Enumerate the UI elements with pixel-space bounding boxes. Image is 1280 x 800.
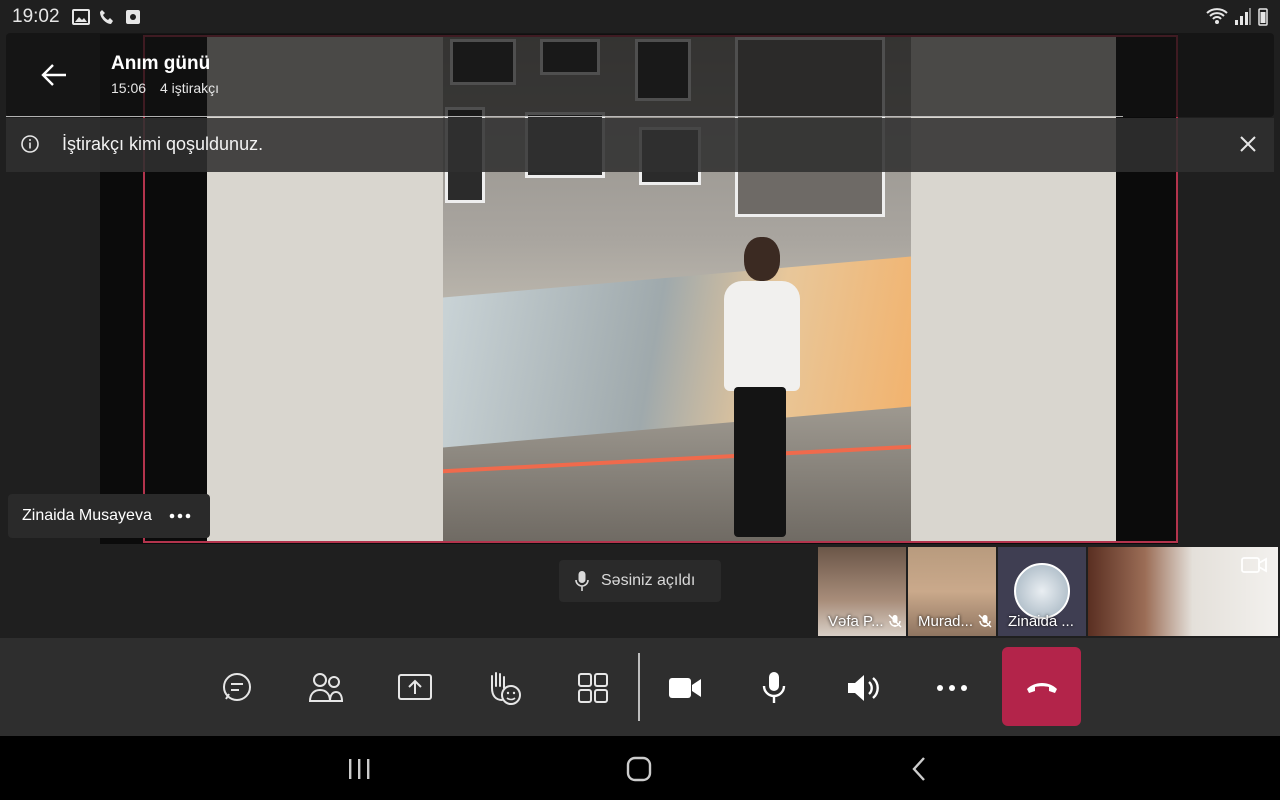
participant-thumbnail[interactable]: Vəfa P... (818, 547, 906, 636)
screenshot-icon (125, 10, 140, 24)
video-camera-icon (669, 678, 701, 698)
hang-up-button[interactable] (1002, 647, 1081, 726)
call-control-bar (0, 638, 1280, 736)
meeting-header: Anım günü 15:06 4 iştirakçı (6, 33, 1274, 117)
speaker-icon (848, 675, 879, 701)
camera-button[interactable] (665, 668, 705, 708)
participant-name: Murad... (918, 613, 974, 630)
raise-hand-icon (491, 672, 521, 705)
microphone-icon (575, 571, 589, 591)
back-button[interactable] (34, 57, 74, 93)
participants-button[interactable] (306, 668, 346, 708)
hang-up-icon (1026, 682, 1057, 693)
mic-off-icon (978, 614, 992, 628)
toast-text: Səsiniz açıldı (601, 572, 696, 589)
share-icon (398, 674, 432, 700)
chevron-left-icon (912, 757, 925, 781)
system-nav-bar (0, 736, 1280, 800)
video-presenter (710, 237, 810, 541)
participant-thumbnail[interactable]: Zinaida ... (998, 547, 1086, 636)
more-options-icon[interactable] (168, 504, 192, 528)
phone-icon (99, 10, 113, 24)
speaker-button[interactable] (843, 668, 883, 708)
recent-apps-icon (349, 759, 370, 779)
microphone-button[interactable] (754, 668, 794, 708)
unmuted-toast: Səsiniz açıldı (559, 560, 721, 602)
status-bar: 19:02 (0, 0, 1280, 34)
participant-thumbnails: Vəfa P... Murad... Zinaida ... (818, 547, 1278, 636)
more-actions-button[interactable] (932, 668, 972, 708)
view-layout-button[interactable] (573, 668, 613, 708)
raise-hand-button[interactable] (484, 668, 524, 708)
mic-off-icon (888, 614, 902, 628)
arrow-left-icon (41, 64, 66, 86)
participant-count: 4 iştirakçı (159, 80, 220, 96)
chat-icon (223, 673, 251, 701)
header-divider (6, 116, 1123, 117)
spotlight-name-tag: Zinaida Musayeva (8, 494, 210, 538)
participant-name: Zinaida ... (1008, 613, 1074, 630)
meeting-title: Anım günü (111, 53, 211, 74)
chat-button[interactable] (217, 668, 257, 708)
share-screen-button[interactable] (395, 668, 435, 708)
recent-apps-button[interactable] (344, 754, 374, 784)
people-icon (308, 673, 344, 702)
signal-icon (1235, 8, 1251, 25)
status-time: 19:02 (12, 6, 60, 27)
back-nav-button[interactable] (904, 754, 934, 784)
meeting-subtitle: 15:06 4 iştirakçı (111, 80, 229, 96)
controls-divider (638, 653, 640, 721)
wifi-icon (1206, 8, 1228, 24)
participant-thumbnail[interactable]: Murad... (908, 547, 996, 636)
notification-text: İştirakçı kimi qoşuldunuz. (62, 134, 264, 154)
gallery-icon (71, 9, 90, 25)
microphone-icon (762, 672, 786, 703)
close-icon[interactable] (1236, 132, 1260, 156)
notification-banner: İştirakçı kimi qoşuldunuz. (6, 118, 1274, 172)
self-video-preview[interactable] (1088, 547, 1278, 636)
info-icon (21, 135, 39, 153)
grid-icon (578, 673, 608, 703)
meeting-duration: 15:06 (111, 80, 147, 96)
more-icon (937, 685, 967, 691)
battery-icon (1258, 8, 1268, 26)
switch-camera-icon[interactable] (1240, 553, 1268, 577)
home-icon (626, 756, 652, 782)
avatar (1014, 563, 1070, 619)
spotlight-name: Zinaida Musayeva (22, 507, 152, 524)
home-button[interactable] (624, 754, 654, 784)
participant-name: Vəfa P... (828, 613, 884, 630)
